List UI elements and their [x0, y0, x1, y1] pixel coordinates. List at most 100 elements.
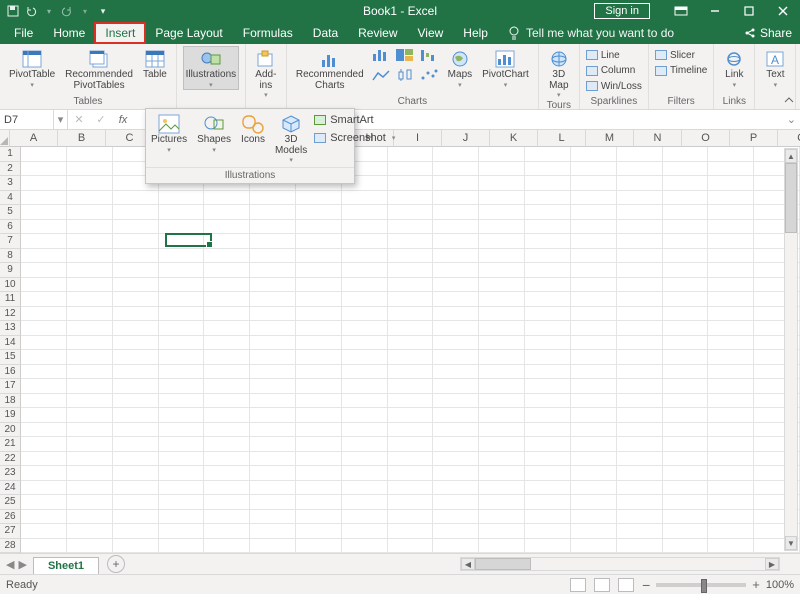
timeline-button[interactable]: Timeline	[655, 64, 707, 79]
cell[interactable]	[663, 278, 709, 293]
cell[interactable]	[433, 336, 479, 351]
cell[interactable]	[21, 481, 67, 496]
cell[interactable]	[663, 539, 709, 554]
zoom-out-button[interactable]: −	[642, 577, 650, 593]
cell[interactable]	[479, 466, 525, 481]
cell[interactable]	[388, 263, 434, 278]
scroll-right-icon[interactable]: ▶	[765, 558, 779, 570]
cell[interactable]	[67, 234, 113, 249]
zoom-slider[interactable]	[656, 583, 746, 587]
cell[interactable]	[250, 205, 296, 220]
cell[interactable]	[708, 423, 754, 438]
cell[interactable]	[388, 350, 434, 365]
pivotchart-button[interactable]: PivotChart▾	[479, 46, 532, 90]
cell[interactable]	[388, 220, 434, 235]
cell[interactable]	[21, 278, 67, 293]
sheet-nav-next-icon[interactable]: ▶	[18, 558, 26, 571]
collapse-ribbon-icon[interactable]	[782, 93, 796, 107]
cell[interactable]	[617, 336, 663, 351]
cell[interactable]	[250, 408, 296, 423]
cell[interactable]	[250, 510, 296, 525]
cell[interactable]	[433, 292, 479, 307]
cell[interactable]	[113, 379, 159, 394]
cell[interactable]	[617, 495, 663, 510]
cell[interactable]	[479, 539, 525, 554]
cell[interactable]	[204, 307, 250, 322]
column-header-J[interactable]: J	[442, 130, 490, 147]
cell[interactable]	[159, 350, 205, 365]
sheet-tab-sheet1[interactable]: Sheet1	[33, 557, 99, 574]
cell[interactable]	[296, 379, 342, 394]
cell[interactable]	[250, 336, 296, 351]
cell[interactable]	[204, 263, 250, 278]
cell[interactable]	[708, 321, 754, 336]
cell[interactable]	[113, 350, 159, 365]
cell[interactable]	[388, 539, 434, 554]
hscroll-thumb[interactable]	[475, 558, 531, 570]
vscroll-thumb[interactable]	[785, 163, 797, 233]
cell[interactable]	[67, 423, 113, 438]
cell[interactable]	[296, 307, 342, 322]
cell[interactable]	[113, 423, 159, 438]
cell[interactable]	[250, 321, 296, 336]
cell[interactable]	[525, 394, 571, 409]
cell[interactable]	[67, 162, 113, 177]
cell[interactable]	[67, 495, 113, 510]
cell[interactable]	[571, 408, 617, 423]
cell[interactable]	[67, 321, 113, 336]
cell[interactable]	[67, 263, 113, 278]
cell[interactable]	[250, 263, 296, 278]
cell[interactable]	[342, 191, 388, 206]
row-header-6[interactable]: 6	[0, 220, 21, 235]
cell[interactable]	[433, 481, 479, 496]
cell[interactable]	[67, 220, 113, 235]
cell[interactable]	[342, 263, 388, 278]
view-page-layout-icon[interactable]	[594, 578, 610, 592]
name-box-dropdown-icon[interactable]: ▾	[54, 110, 68, 129]
cell[interactable]	[617, 307, 663, 322]
row-header-27[interactable]: 27	[0, 524, 21, 539]
cell[interactable]	[663, 379, 709, 394]
cell[interactable]	[663, 408, 709, 423]
cell[interactable]	[159, 220, 205, 235]
cell[interactable]	[708, 191, 754, 206]
cell[interactable]	[21, 539, 67, 554]
cell[interactable]	[708, 452, 754, 467]
cell[interactable]	[388, 278, 434, 293]
cell[interactable]	[342, 307, 388, 322]
cell[interactable]	[296, 220, 342, 235]
cell[interactable]	[388, 379, 434, 394]
cell[interactable]	[204, 481, 250, 496]
cell[interactable]	[250, 292, 296, 307]
cell[interactable]	[159, 234, 205, 249]
cell[interactable]	[67, 408, 113, 423]
view-page-break-icon[interactable]	[618, 578, 634, 592]
cell[interactable]	[433, 408, 479, 423]
cell[interactable]	[113, 191, 159, 206]
scroll-down-icon[interactable]: ▼	[785, 536, 797, 550]
row-header-4[interactable]: 4	[0, 191, 21, 206]
cell[interactable]	[67, 336, 113, 351]
cell[interactable]	[708, 162, 754, 177]
cell[interactable]	[663, 524, 709, 539]
column-header-B[interactable]: B	[58, 130, 106, 147]
cell[interactable]	[159, 452, 205, 467]
cell[interactable]	[250, 466, 296, 481]
cell[interactable]	[617, 147, 663, 162]
cell[interactable]	[388, 510, 434, 525]
cell[interactable]	[21, 379, 67, 394]
cell[interactable]	[342, 466, 388, 481]
cell[interactable]	[21, 510, 67, 525]
cell[interactable]	[342, 234, 388, 249]
cell[interactable]	[342, 495, 388, 510]
cell[interactable]	[479, 147, 525, 162]
cell[interactable]	[21, 423, 67, 438]
addins-button[interactable]: Add- ins▾	[252, 46, 280, 100]
cell[interactable]	[433, 350, 479, 365]
redo-icon[interactable]	[60, 4, 74, 18]
cell[interactable]	[113, 263, 159, 278]
cell[interactable]	[708, 510, 754, 525]
cell[interactable]	[204, 423, 250, 438]
cell[interactable]	[708, 147, 754, 162]
cell[interactable]	[433, 307, 479, 322]
